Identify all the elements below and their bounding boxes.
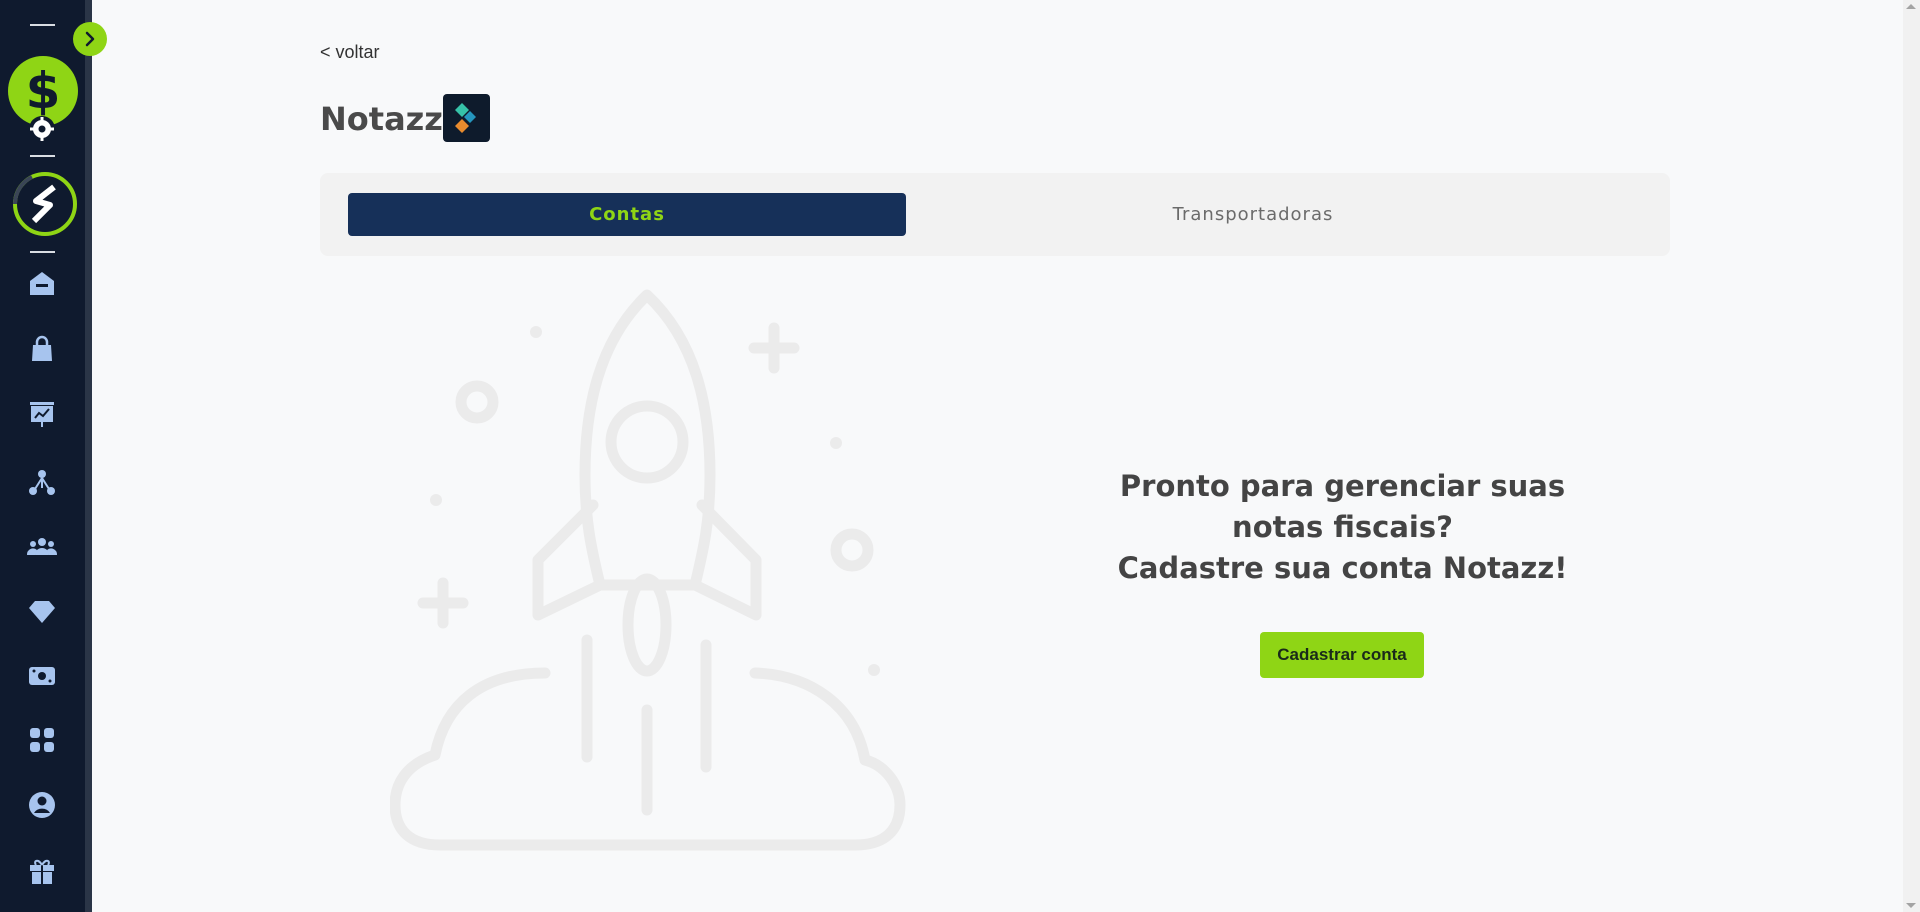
gift-icon[interactable] [26, 855, 58, 887]
empty-state-heading: Pronto para gerenciar suas notas fiscais… [1090, 466, 1595, 589]
page-scrollbar[interactable] [1903, 0, 1920, 912]
tab-transportadoras[interactable]: Transportadoras [943, 193, 1563, 236]
register-account-button[interactable]: Cadastrar conta [1260, 632, 1424, 678]
brand-s-logo[interactable] [12, 171, 78, 237]
sidebar-divider [30, 24, 55, 26]
sidebar-toggle-button[interactable] [73, 22, 107, 56]
user-circle-icon[interactable] [26, 789, 58, 821]
presentation-chart-icon[interactable] [26, 398, 58, 430]
chevron-right-icon [85, 31, 95, 47]
scroll-up-icon[interactable] [1906, 4, 1916, 9]
sidebar-edge [85, 0, 92, 912]
empty-state-heading-line: Pronto para gerenciar suas [1119, 469, 1566, 503]
empty-state-heading-line: Cadastre sua conta Notazz! [1117, 551, 1568, 585]
apps-icon[interactable] [26, 724, 58, 756]
shopping-bag-icon[interactable] [26, 334, 58, 366]
empty-state-heading-line: notas fiscais? [1232, 510, 1453, 544]
network-icon[interactable] [26, 466, 58, 498]
home-icon[interactable] [26, 268, 58, 300]
notazz-logo [443, 94, 490, 142]
svg-text:$: $ [26, 62, 61, 120]
scroll-down-icon[interactable] [1906, 903, 1916, 908]
tab-bar: Contas Transportadoras [320, 173, 1670, 256]
sidebar: $ [0, 0, 85, 912]
users-icon[interactable] [26, 531, 58, 563]
back-link[interactable]: < voltar [320, 42, 380, 63]
diamond-icon[interactable] [26, 595, 58, 627]
page-title: Notazz [320, 100, 443, 138]
sidebar-divider [30, 251, 55, 253]
tab-contas[interactable]: Contas [348, 193, 906, 236]
sidebar-divider [30, 155, 55, 157]
rocket-illustration [390, 289, 906, 851]
money-icon[interactable] [26, 660, 58, 692]
gear-icon[interactable] [29, 116, 55, 142]
